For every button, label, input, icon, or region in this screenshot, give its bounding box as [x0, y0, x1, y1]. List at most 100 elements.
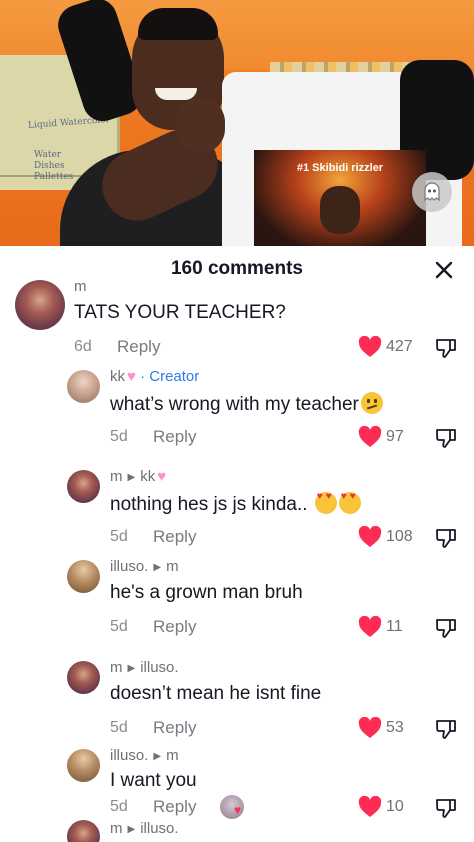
heart-icon — [358, 616, 382, 637]
ghost-icon — [424, 182, 440, 202]
comment-age: 5d — [110, 618, 128, 635]
creator-liked-heart-icon: ♥ — [234, 803, 242, 817]
avatar[interactable] — [15, 280, 65, 330]
comment-age: 5d — [110, 428, 128, 445]
dislike-button[interactable] — [434, 717, 458, 741]
username-text: m — [110, 468, 123, 485]
reply-button[interactable]: Reply — [153, 427, 196, 447]
like-button[interactable]: 10 — [358, 796, 404, 818]
dislike-button[interactable] — [434, 616, 458, 640]
person-hair — [138, 8, 218, 40]
avatar[interactable] — [67, 470, 100, 503]
comment-username[interactable]: m ▶ illuso. — [110, 820, 179, 837]
dislike-icon — [436, 429, 456, 448]
dislike-button[interactable] — [434, 796, 458, 820]
comment-text: what’s wrong with my teacher — [110, 392, 383, 416]
like-button[interactable]: 53 — [358, 717, 404, 739]
reply-button[interactable]: Reply — [153, 797, 196, 817]
heart-icon — [358, 426, 382, 447]
avatar[interactable] — [67, 560, 100, 593]
reply-item: m ▶ illuso. — [0, 820, 474, 842]
username-text: kk — [110, 368, 125, 385]
comment-username[interactable]: m ▶ illuso. — [110, 659, 179, 676]
reply-arrow-icon: ▶ — [127, 663, 136, 674]
like-count: 108 — [386, 528, 413, 545]
confused-emoji-icon — [360, 392, 383, 414]
reply-item: kk ♥ · Creator what’s wrong with my teach… — [0, 364, 474, 456]
dislike-icon — [436, 619, 456, 638]
creator-badge: · Creator — [140, 368, 200, 385]
reply-button[interactable]: Reply — [153, 527, 196, 547]
floating-action-button[interactable] — [412, 172, 452, 212]
comments-sheet: 160 comments m TATS YOUR TEACHER? 6d Rep… — [0, 246, 474, 842]
dislike-icon — [436, 529, 456, 548]
comment-text: doesn’t mean he isnt fine — [110, 683, 322, 704]
like-count: 10 — [386, 798, 404, 815]
comment-text-body: what’s wrong with my teacher — [110, 394, 359, 415]
reply-to-username: kk — [140, 468, 156, 485]
reply-item: m ▶ kk♥ nothing hes js js kinda.. 5d Reply… — [0, 464, 474, 556]
username-text: m — [110, 659, 123, 676]
reply-button[interactable]: Reply — [153, 718, 196, 738]
like-button[interactable]: 108 — [358, 526, 413, 548]
username-text: illuso. — [110, 558, 149, 575]
dislike-button[interactable] — [434, 336, 458, 360]
comment-text: I want you — [110, 770, 197, 791]
avatar[interactable] — [67, 820, 100, 842]
reply-button[interactable]: Reply — [117, 337, 160, 357]
heart-badge-icon: ♥ — [127, 368, 136, 385]
reply-arrow-icon: ▶ — [153, 562, 162, 573]
reply-to-username: illuso. — [140, 820, 179, 837]
comment-text: TATS YOUR TEACHER? — [74, 302, 286, 323]
reply-to-username: m — [166, 747, 179, 764]
heart-badge-icon: ♥ — [157, 468, 167, 485]
avatar[interactable] — [67, 661, 100, 694]
comment-age: 5d — [110, 719, 128, 736]
shirt-print-text: #1 Skibidi rizzler — [296, 162, 384, 174]
like-count: 427 — [386, 338, 413, 355]
like-count: 97 — [386, 428, 404, 445]
reply-item: m ▶ illuso. doesn’t mean he isnt fine 5d R… — [0, 655, 474, 747]
reply-arrow-icon: ▶ — [153, 751, 162, 762]
avatar[interactable] — [67, 749, 100, 782]
heart-eyes-emoji-icon — [338, 491, 361, 514]
comment-age: 6d — [74, 338, 92, 355]
dislike-icon — [436, 339, 456, 358]
comment-username[interactable]: m ▶ kk ♥ — [110, 468, 166, 485]
dislike-icon — [436, 799, 456, 818]
reply-to-username: illuso. — [140, 659, 179, 676]
username-text: illuso. — [110, 747, 149, 764]
comment-text: nothing hes js js kinda.. — [110, 491, 361, 516]
heart-icon — [358, 336, 382, 357]
reply-arrow-icon: ▶ — [127, 824, 136, 835]
like-button[interactable]: 97 — [358, 426, 404, 448]
reply-item: illuso. ▶ m he's a grown man bruh 5d Reply… — [0, 554, 474, 646]
comment-username[interactable]: illuso. ▶ m — [110, 747, 179, 764]
like-button[interactable]: 427 — [358, 336, 413, 358]
video-preview[interactable]: Liquid Watercolor Water Dishes Pallettes… — [0, 0, 474, 246]
comment-text: he's a grown man bruh — [110, 582, 303, 603]
like-count: 11 — [386, 618, 403, 635]
reply-button[interactable]: Reply — [153, 617, 196, 637]
comment-username[interactable]: illuso. ▶ m — [110, 558, 179, 575]
heart-eyes-emoji-icon — [314, 491, 337, 514]
person-hand — [175, 98, 225, 153]
reply-item: illuso. ▶ m I want you 5d Reply ♥ 10 — [0, 743, 474, 821]
heart-icon — [358, 526, 382, 547]
reply-arrow-icon: ▶ — [127, 472, 136, 483]
comment-username[interactable]: kk ♥ · Creator — [110, 368, 199, 385]
printed-face — [320, 186, 360, 234]
shirt-print: #1 Skibidi rizzler — [254, 150, 426, 246]
comment-username[interactable]: m — [74, 278, 87, 295]
comment-text-body: nothing hes js js kinda.. — [110, 494, 308, 515]
like-button[interactable]: 11 — [358, 616, 403, 638]
reply-to-username: m — [166, 558, 179, 575]
avatar[interactable] — [67, 370, 100, 403]
dislike-button[interactable] — [434, 526, 458, 550]
username-text: m — [110, 820, 123, 837]
comment-age: 5d — [110, 798, 128, 815]
comment-item: m TATS YOUR TEACHER? 6d Reply 427 — [0, 276, 474, 366]
heart-icon — [358, 796, 382, 817]
dislike-button[interactable] — [434, 426, 458, 450]
comment-age: 5d — [110, 528, 128, 545]
